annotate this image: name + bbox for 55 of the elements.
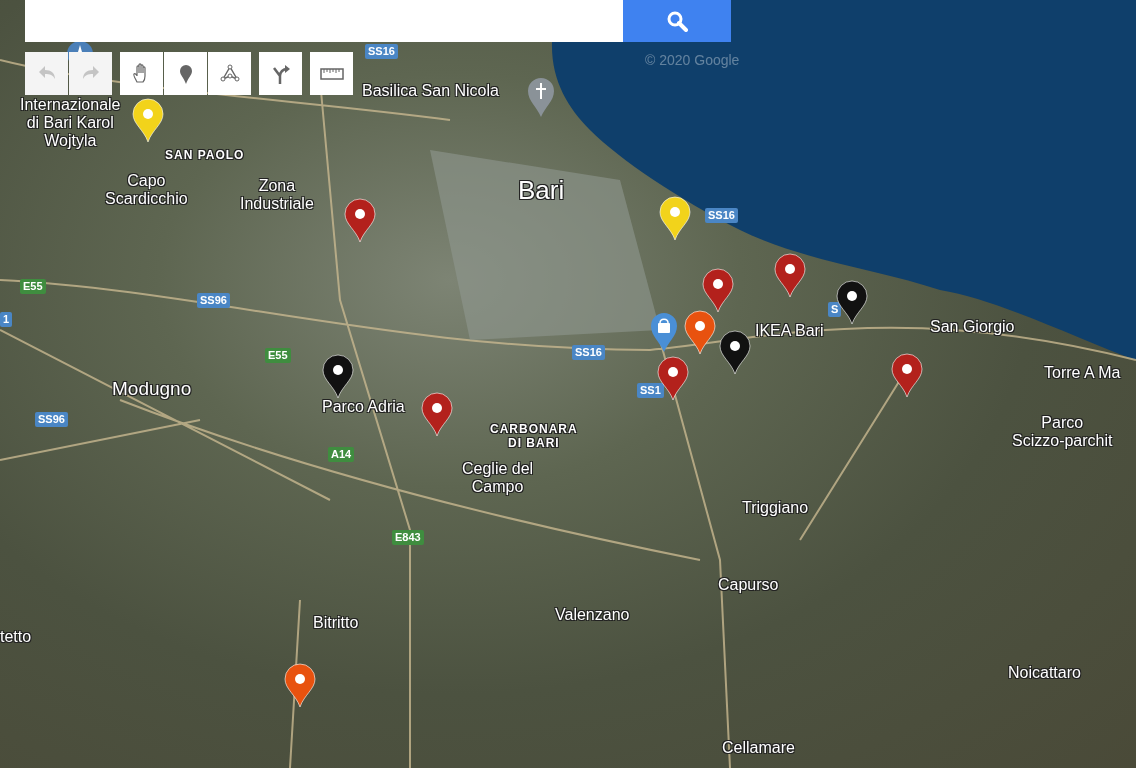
road-shield: SS16 <box>705 208 738 223</box>
map-label: Internazionale di Bari Karol Wojtyla <box>20 96 121 150</box>
map-label: Triggiano <box>742 499 809 517</box>
map-label: Ceglie del Campo <box>462 460 534 496</box>
cross-map-pin-icon <box>527 77 555 118</box>
line-button[interactable] <box>208 52 251 95</box>
map-label: Modugno <box>112 378 192 400</box>
map-pin-icon[interactable] <box>836 280 868 325</box>
satellite-map[interactable] <box>0 0 1136 768</box>
directions-button[interactable] <box>259 52 302 95</box>
map-label: Capurso <box>718 576 779 594</box>
marker-button[interactable] <box>164 52 207 95</box>
road-shield: A14 <box>328 447 355 462</box>
road-shield: SS16 <box>572 345 605 360</box>
road-shield: S <box>828 302 842 317</box>
road-shield: E55 <box>20 279 46 294</box>
road-shield: E843 <box>392 530 424 545</box>
map-label: Cellamare <box>722 739 795 757</box>
map-label: CARBONARA DI BARI <box>490 422 578 450</box>
search-button[interactable] <box>623 0 731 42</box>
map-label: Noicattaro <box>1008 664 1081 682</box>
search-icon <box>666 10 688 32</box>
map-label: San Giorgio <box>930 318 1015 336</box>
map-label: Parco Adria <box>322 398 405 416</box>
map-pin-icon[interactable] <box>891 353 923 398</box>
road-shield: 1 <box>0 312 13 327</box>
map-pin-icon[interactable] <box>719 330 751 375</box>
map-label: Bari <box>518 175 565 205</box>
map-label: Bitritto <box>313 614 359 632</box>
map-pin-icon[interactable] <box>659 196 691 241</box>
map-label: Capo Scardicchio <box>105 172 188 208</box>
map-pin-icon[interactable] <box>774 253 806 298</box>
road-shield: SS96 <box>35 412 68 427</box>
map-label: tetto <box>0 628 32 646</box>
map-pin-icon[interactable] <box>344 198 376 243</box>
road-shield: SS1 <box>637 383 664 398</box>
search-field[interactable] <box>25 0 623 42</box>
map-pin-icon[interactable] <box>702 268 734 313</box>
road-shield: E55 <box>265 348 291 363</box>
map-label: Parco Scizzo-parchit <box>1012 414 1113 450</box>
map-attribution: © 2020 Google <box>645 52 740 68</box>
map-label: Basilica San Nicola <box>362 82 499 100</box>
map-label: SAN PAOLO <box>165 148 245 162</box>
map-label: Zona Industriale <box>240 177 314 213</box>
map-pin-icon[interactable] <box>284 663 316 708</box>
map-label: Torre A Ma <box>1044 364 1121 382</box>
bag-map-pin-icon <box>650 312 678 353</box>
map-pin-icon[interactable] <box>322 354 354 399</box>
map-pin-icon[interactable] <box>421 392 453 437</box>
map-pin-icon[interactable] <box>132 98 164 143</box>
ruler-button[interactable] <box>310 52 353 95</box>
map-label: Valenzano <box>555 606 630 624</box>
road-shield: SS96 <box>197 293 230 308</box>
road-shield: SS16 <box>365 44 398 59</box>
map-label: IKEA Bari <box>755 322 824 340</box>
